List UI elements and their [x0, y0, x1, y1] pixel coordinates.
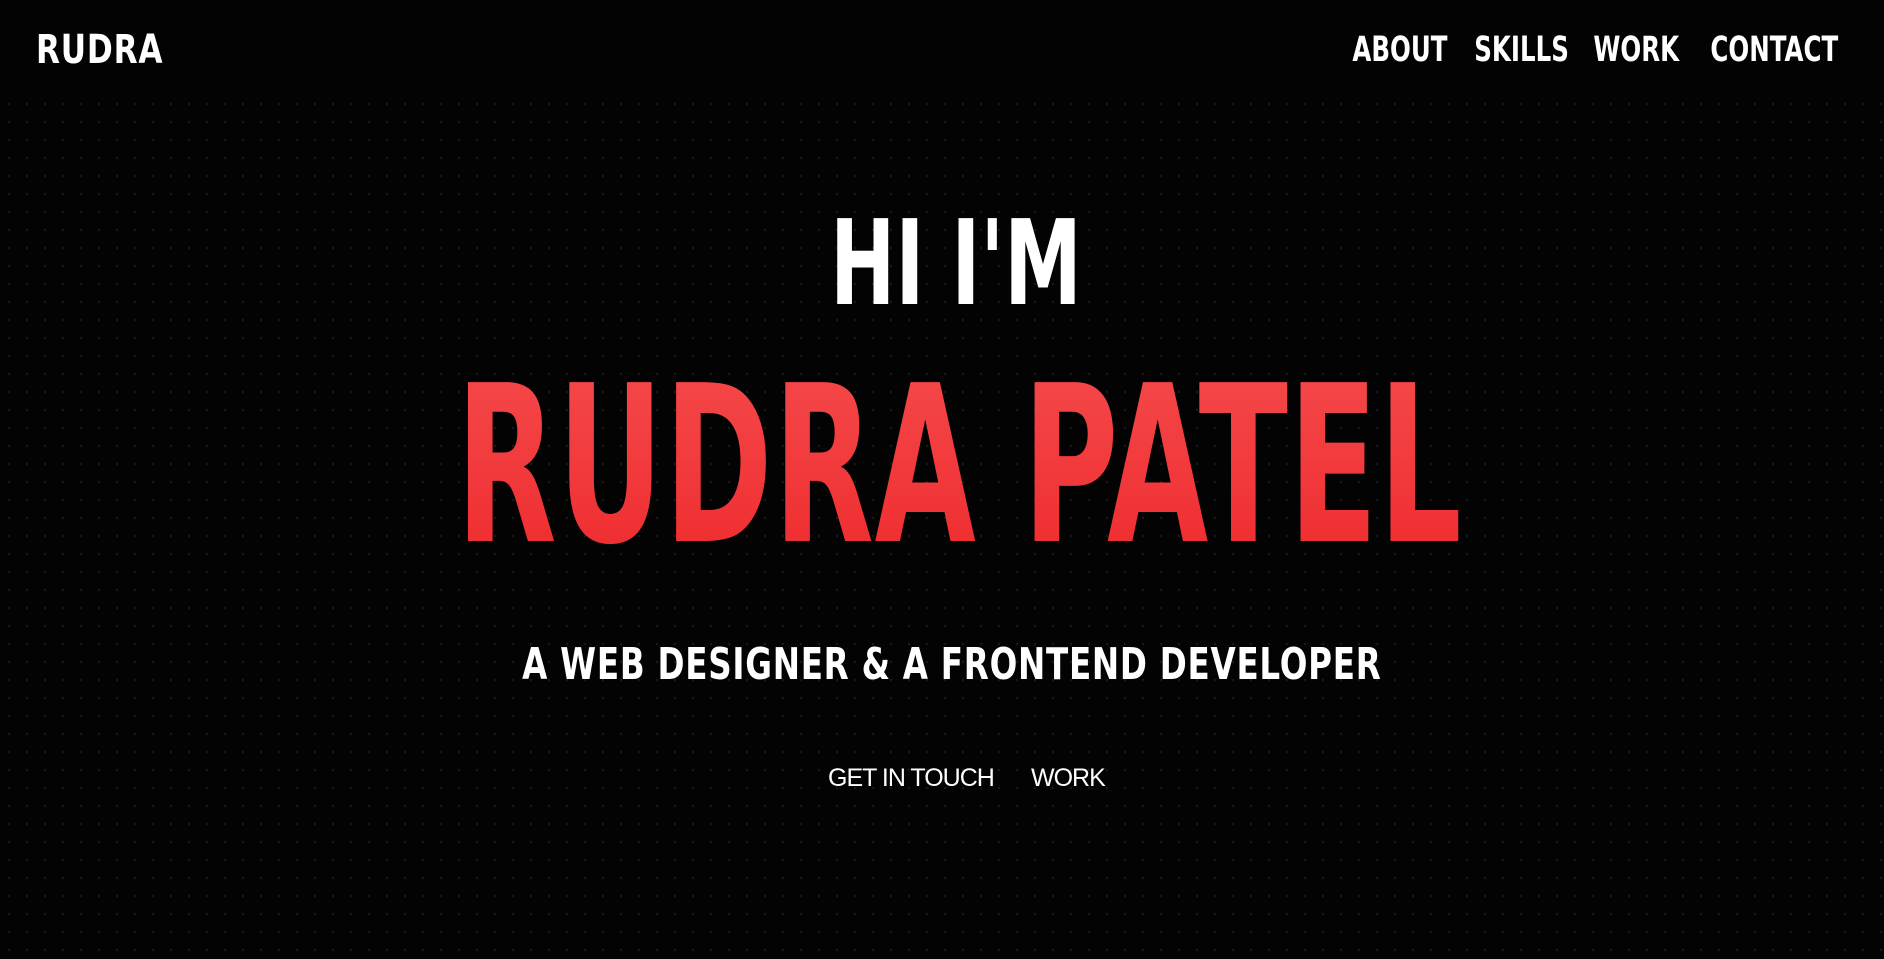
hero-actions: GET IN TOUCH WORK: [0, 758, 1884, 798]
hero-name: RUDRA PATEL: [394, 352, 1524, 582]
portfolio-page: RUDRA ABOUT SKILLS WORK CONTACT HI I'M R…: [0, 0, 1884, 959]
work-button[interactable]: WORK: [1031, 758, 1106, 798]
hero-greeting: HI I'M: [830, 194, 1082, 332]
hero-tagline: A WEB DESIGNER & A FRONTEND DEVELOPER: [522, 639, 1382, 690]
get-in-touch-button[interactable]: GET IN TOUCH: [828, 758, 995, 798]
hero-section: HI I'M RUDRA PATEL A WEB DESIGNER & A FR…: [0, 0, 1884, 959]
